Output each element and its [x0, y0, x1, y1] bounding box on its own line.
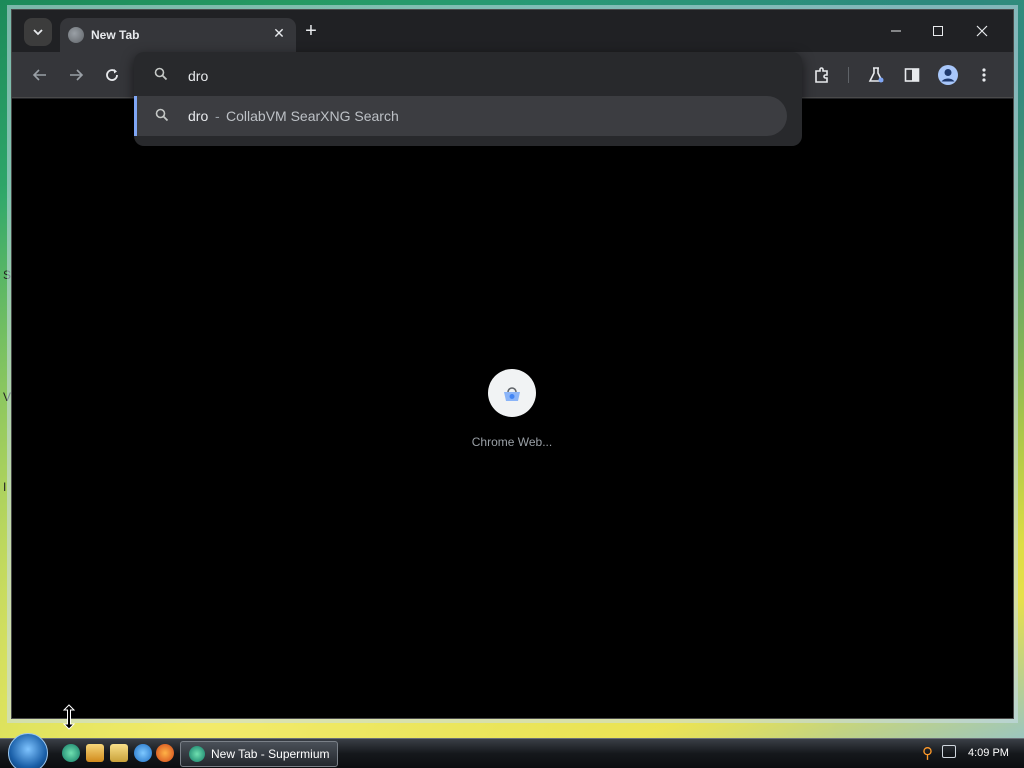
firefox-quicklaunch-icon[interactable] — [156, 744, 174, 762]
taskbar-item-supermium[interactable]: New Tab - Supermium — [180, 741, 338, 767]
clock[interactable]: 4:09 PM — [968, 747, 1009, 759]
browser-window: New Tab ✕ + Chrome Web... dro dro - Coll… — [11, 9, 1014, 719]
globe-icon — [68, 27, 84, 43]
title-bar: New Tab ✕ + — [12, 10, 1013, 52]
profile-button[interactable] — [936, 63, 960, 87]
chevron-down-icon — [33, 29, 43, 36]
back-button[interactable] — [28, 63, 52, 87]
new-tab-page: Chrome Web... — [12, 99, 1013, 718]
omnibox-suggestion[interactable]: dro - CollabVM SearXNG Search — [134, 96, 787, 136]
chrome-web-store-icon — [488, 369, 536, 417]
reload-icon — [106, 69, 118, 81]
desktop-icon-fragment: I — [3, 480, 7, 494]
shortcut-tile[interactable]: Chrome Web... — [452, 361, 572, 451]
back-icon — [32, 69, 46, 81]
resize-cursor-icon — [62, 704, 76, 730]
forward-button[interactable] — [64, 63, 88, 87]
internet-explorer-quicklaunch-icon[interactable] — [134, 744, 152, 762]
omnibox-popup: dro - CollabVM SearXNG Search — [134, 52, 802, 146]
close-icon — [976, 25, 988, 37]
maximize-button[interactable] — [918, 18, 958, 44]
shortcut-label: Chrome Web... — [471, 435, 553, 449]
minimize-button[interactable] — [876, 18, 916, 44]
address-bar-input[interactable] — [188, 64, 768, 88]
maximize-icon — [933, 26, 943, 36]
tab-title: New Tab — [91, 28, 140, 42]
suggestion-engine: CollabVM SearXNG Search — [226, 108, 399, 124]
search-tray-icon[interactable]: ⚲ — [922, 744, 933, 762]
network-icon[interactable] — [942, 745, 956, 758]
tab-new-tab[interactable]: New Tab ✕ — [60, 18, 296, 52]
labs-icon — [868, 67, 884, 83]
forward-icon — [70, 69, 84, 81]
reload-button[interactable] — [100, 63, 124, 87]
extensions-button[interactable] — [810, 63, 834, 87]
desktop-icon-fragment: V — [3, 390, 12, 404]
toolbar-divider — [848, 67, 849, 83]
explorer-quicklaunch-icon[interactable] — [110, 744, 128, 762]
close-window-button[interactable] — [962, 18, 1002, 44]
suggestion-query: dro — [188, 108, 209, 124]
tab-close-icon[interactable]: ✕ — [270, 25, 288, 42]
more-menu-button[interactable] — [972, 63, 996, 87]
taskbar-item-label: New Tab - Supermium — [211, 747, 330, 761]
start-orb-icon[interactable] — [8, 733, 48, 768]
tab-search-button[interactable] — [24, 18, 52, 46]
new-tab-button[interactable]: + — [300, 20, 322, 42]
labs-button[interactable] — [864, 63, 888, 87]
supermium-icon — [189, 746, 205, 762]
suggestion-separator: - — [215, 108, 220, 124]
minimize-icon — [891, 30, 901, 32]
supermium-quicklaunch-icon[interactable] — [62, 744, 80, 762]
side-panel-button[interactable] — [900, 63, 924, 87]
profile-icon — [938, 65, 958, 85]
search-icon — [154, 67, 168, 86]
side-panel-icon — [904, 68, 920, 82]
system-tray: ⚲ 4:09 PM — [918, 742, 1024, 766]
taskbar: New Tab - Supermium ⚲ 4:09 PM — [0, 733, 1024, 768]
desktop-icon-fragment: S — [3, 268, 12, 282]
more-menu-icon — [982, 68, 986, 82]
extensions-icon — [815, 67, 828, 83]
search-icon — [155, 108, 169, 127]
media-player-quicklaunch-icon[interactable] — [86, 744, 104, 762]
